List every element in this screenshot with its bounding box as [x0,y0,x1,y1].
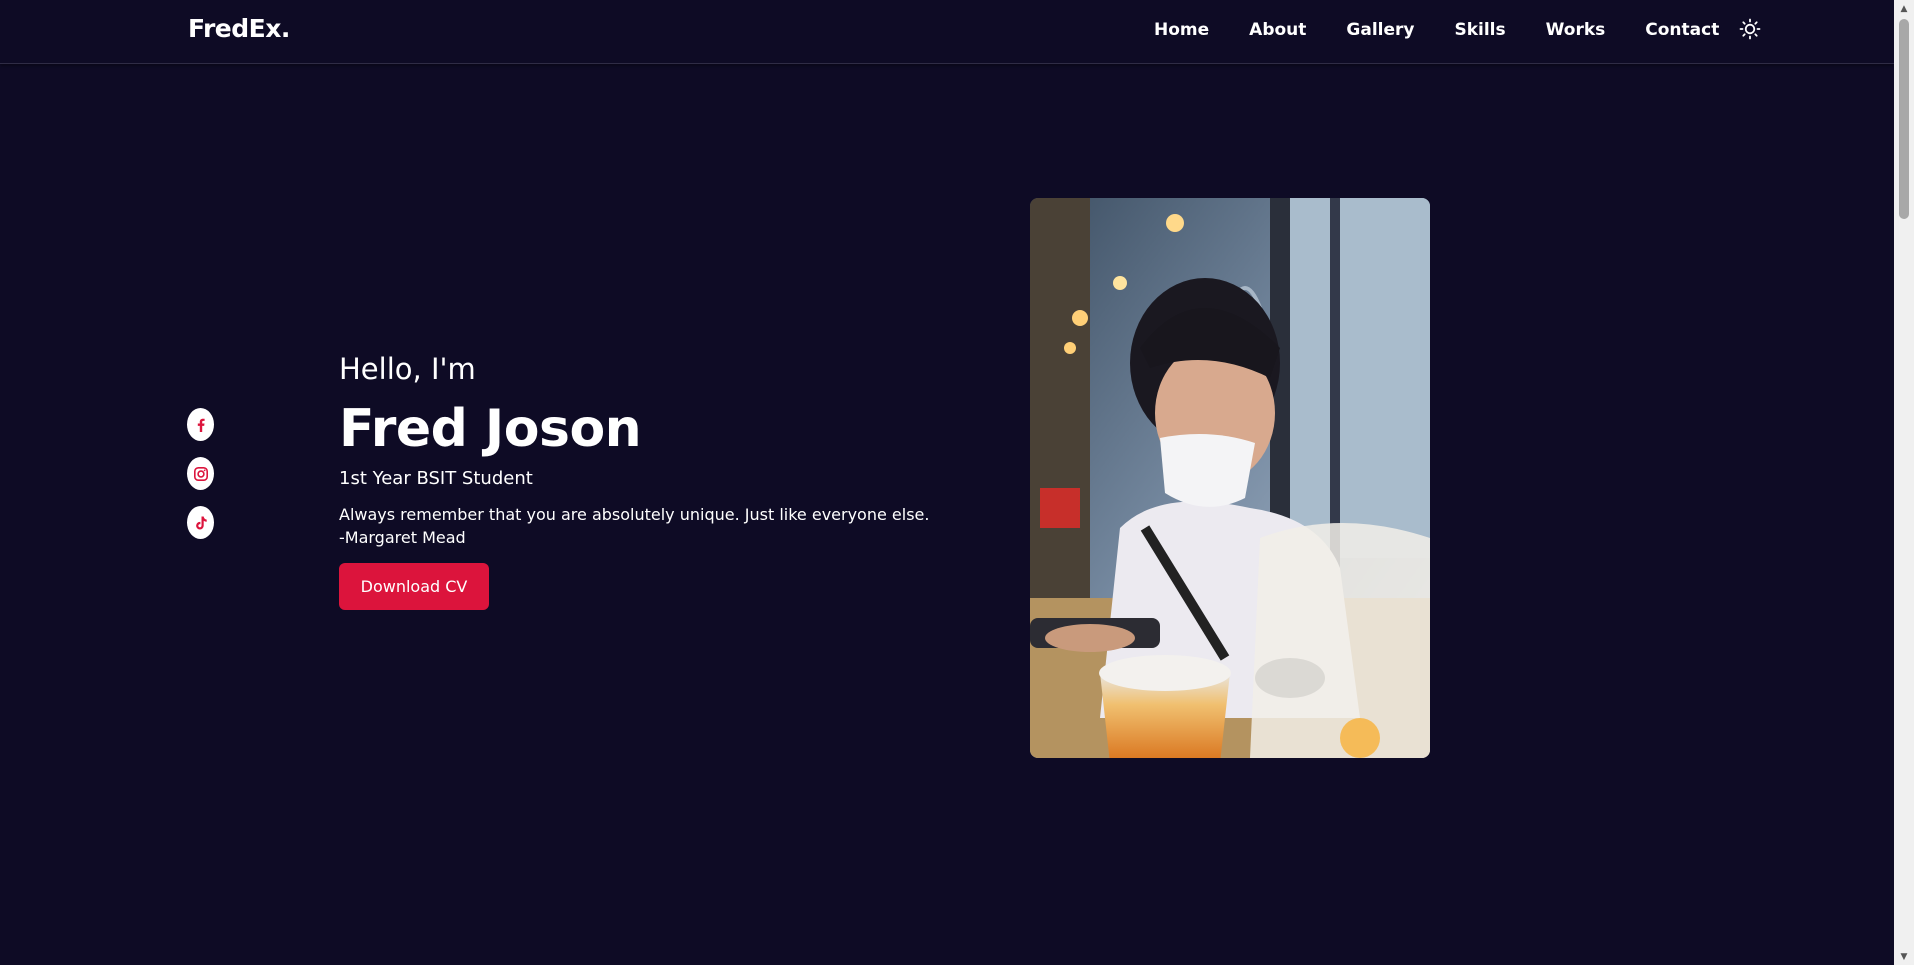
facebook-icon [197,418,205,432]
nav-gallery[interactable]: Gallery [1346,20,1414,40]
quote-text: Always remember that you are absolutely … [339,505,930,524]
nav-contact[interactable]: Contact [1645,20,1719,40]
page: FredEx. Home About Gallery Skills Works … [0,0,1914,965]
download-cv-button[interactable]: Download CV [339,563,489,610]
nav-works[interactable]: Works [1546,20,1606,40]
nav-skills[interactable]: Skills [1454,20,1505,40]
scroll-up-arrow-icon[interactable]: ▲ [1894,0,1914,17]
hero-name: Fred Joson [339,399,642,459]
social-links [187,408,214,555]
logo[interactable]: FredEx. [188,14,290,43]
header: FredEx. Home About Gallery Skills Works … [0,0,1894,64]
hero-quote: Always remember that you are absolutely … [339,503,959,549]
nav-about[interactable]: About [1249,20,1306,40]
scroll-down-arrow-icon[interactable]: ▼ [1894,948,1914,965]
quote-author: -Margaret Mead [339,528,466,547]
nav-home[interactable]: Home [1154,20,1209,40]
greeting: Hello, I'm [339,352,476,386]
instagram-link[interactable] [187,457,214,490]
tiktok-link[interactable] [187,506,214,539]
profile-photo [1030,198,1430,758]
hero-role: 1st Year BSIT Student [339,468,533,489]
sun-icon[interactable] [1739,18,1761,40]
hero: Hello, I'm Fred Joson 1st Year BSIT Stud… [339,349,959,610]
scroll-thumb[interactable] [1899,19,1909,219]
instagram-icon [193,466,208,481]
facebook-link[interactable] [187,408,214,441]
main-nav: Home About Gallery Skills Works Contact [1154,18,1761,40]
tiktok-icon [195,516,207,529]
scrollbar[interactable]: ▲ ▼ [1894,0,1914,965]
